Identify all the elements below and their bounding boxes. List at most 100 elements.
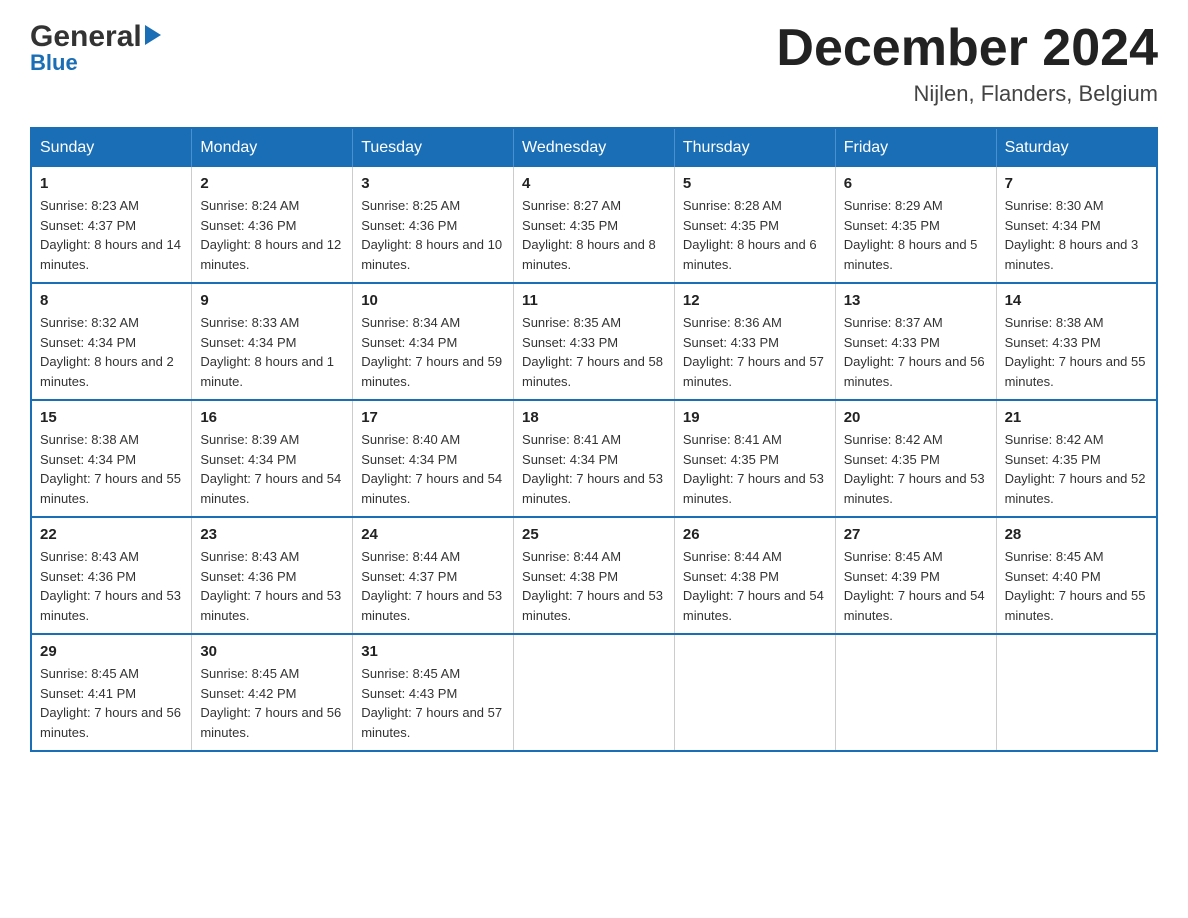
day-info: Sunrise: 8:39 AMSunset: 4:34 PMDaylight:…	[200, 430, 344, 508]
calendar-cell: 16 Sunrise: 8:39 AMSunset: 4:34 PMDayligh…	[192, 400, 353, 517]
calendar-week-row: 15 Sunrise: 8:38 AMSunset: 4:34 PMDayligh…	[31, 400, 1157, 517]
day-number: 6	[844, 175, 988, 192]
calendar-cell: 28 Sunrise: 8:45 AMSunset: 4:40 PMDayligh…	[996, 517, 1157, 634]
day-number: 15	[40, 409, 183, 426]
calendar-cell: 23Sunrise: 8:43 AMSunset: 4:36 PMDayligh…	[192, 517, 353, 634]
calendar-cell	[996, 634, 1157, 751]
day-number: 24	[361, 526, 505, 543]
day-info: Sunrise: 8:45 AMSunset: 4:39 PMDaylight:…	[844, 547, 988, 625]
day-info: Sunrise: 8:36 AMSunset: 4:33 PMDaylight:…	[683, 313, 827, 391]
day-info: Sunrise: 8:24 AMSunset: 4:36 PMDaylight:…	[200, 196, 344, 274]
day-info: Sunrise: 8:35 AMSunset: 4:33 PMDaylight:…	[522, 313, 666, 391]
day-info: Sunrise: 8:43 AMSunset: 4:36 PMDaylight:…	[40, 547, 183, 625]
calendar-cell: 4 Sunrise: 8:27 AMSunset: 4:35 PMDaylight…	[514, 167, 675, 283]
calendar-cell: 25Sunrise: 8:44 AMSunset: 4:38 PMDayligh…	[514, 517, 675, 634]
day-number: 2	[200, 175, 344, 192]
day-number: 1	[40, 175, 183, 192]
month-title: December 2024	[776, 20, 1158, 77]
day-info: Sunrise: 8:45 AMSunset: 4:42 PMDaylight:…	[200, 664, 344, 742]
day-info: Sunrise: 8:32 AMSunset: 4:34 PMDaylight:…	[40, 313, 183, 391]
location-text: Nijlen, Flanders, Belgium	[776, 81, 1158, 107]
day-number: 3	[361, 175, 505, 192]
day-info: Sunrise: 8:45 AMSunset: 4:43 PMDaylight:…	[361, 664, 505, 742]
calendar-cell: 11 Sunrise: 8:35 AMSunset: 4:33 PMDayligh…	[514, 283, 675, 400]
day-number: 9	[200, 292, 344, 309]
calendar-cell: 12 Sunrise: 8:36 AMSunset: 4:33 PMDayligh…	[674, 283, 835, 400]
day-info: Sunrise: 8:44 AMSunset: 4:38 PMDaylight:…	[522, 547, 666, 625]
calendar-cell	[674, 634, 835, 751]
day-info: Sunrise: 8:45 AMSunset: 4:40 PMDaylight:…	[1005, 547, 1148, 625]
calendar-day-header: Tuesday	[353, 128, 514, 167]
day-number: 18	[522, 409, 666, 426]
day-info: Sunrise: 8:45 AMSunset: 4:41 PMDaylight:…	[40, 664, 183, 742]
day-number: 17	[361, 409, 505, 426]
day-number: 12	[683, 292, 827, 309]
calendar-cell: 13 Sunrise: 8:37 AMSunset: 4:33 PMDayligh…	[835, 283, 996, 400]
calendar-week-row: 8Sunrise: 8:32 AMSunset: 4:34 PMDaylight…	[31, 283, 1157, 400]
day-number: 26	[683, 526, 827, 543]
calendar-cell: 2 Sunrise: 8:24 AMSunset: 4:36 PMDaylight…	[192, 167, 353, 283]
calendar-cell: 31Sunrise: 8:45 AMSunset: 4:43 PMDayligh…	[353, 634, 514, 751]
day-number: 10	[361, 292, 505, 309]
logo-triangle-icon	[145, 25, 161, 45]
day-info: Sunrise: 8:30 AMSunset: 4:34 PMDaylight:…	[1005, 196, 1148, 274]
day-number: 14	[1005, 292, 1148, 309]
calendar-week-row: 29 Sunrise: 8:45 AMSunset: 4:41 PMDayligh…	[31, 634, 1157, 751]
calendar-cell: 24 Sunrise: 8:44 AMSunset: 4:37 PMDayligh…	[353, 517, 514, 634]
day-number: 13	[844, 292, 988, 309]
calendar-cell: 19Sunrise: 8:41 AMSunset: 4:35 PMDayligh…	[674, 400, 835, 517]
day-info: Sunrise: 8:38 AMSunset: 4:34 PMDaylight:…	[40, 430, 183, 508]
day-number: 29	[40, 643, 183, 660]
calendar-cell: 14Sunrise: 8:38 AMSunset: 4:33 PMDayligh…	[996, 283, 1157, 400]
page-header: General Blue December 2024 Nijlen, Fland…	[30, 20, 1158, 107]
logo: General Blue	[30, 20, 161, 76]
calendar-cell: 3Sunrise: 8:25 AMSunset: 4:36 PMDaylight…	[353, 167, 514, 283]
calendar-week-row: 1 Sunrise: 8:23 AMSunset: 4:37 PMDaylight…	[31, 167, 1157, 283]
calendar-cell: 27Sunrise: 8:45 AMSunset: 4:39 PMDayligh…	[835, 517, 996, 634]
day-number: 28	[1005, 526, 1148, 543]
calendar-table: SundayMondayTuesdayWednesdayThursdayFrid…	[30, 127, 1158, 752]
day-number: 23	[200, 526, 344, 543]
day-number: 16	[200, 409, 344, 426]
day-number: 30	[200, 643, 344, 660]
day-info: Sunrise: 8:23 AMSunset: 4:37 PMDaylight:…	[40, 196, 183, 274]
day-number: 5	[683, 175, 827, 192]
day-info: Sunrise: 8:29 AMSunset: 4:35 PMDaylight:…	[844, 196, 988, 274]
day-info: Sunrise: 8:28 AMSunset: 4:35 PMDaylight:…	[683, 196, 827, 274]
logo-blue-text: Blue	[30, 50, 78, 76]
calendar-day-header: Thursday	[674, 128, 835, 167]
day-info: Sunrise: 8:41 AMSunset: 4:34 PMDaylight:…	[522, 430, 666, 508]
day-number: 19	[683, 409, 827, 426]
day-number: 11	[522, 292, 666, 309]
calendar-cell: 17 Sunrise: 8:40 AMSunset: 4:34 PMDayligh…	[353, 400, 514, 517]
title-block: December 2024 Nijlen, Flanders, Belgium	[776, 20, 1158, 107]
day-info: Sunrise: 8:42 AMSunset: 4:35 PMDaylight:…	[844, 430, 988, 508]
calendar-cell: 7 Sunrise: 8:30 AMSunset: 4:34 PMDaylight…	[996, 167, 1157, 283]
calendar-day-header: Monday	[192, 128, 353, 167]
calendar-cell: 5 Sunrise: 8:28 AMSunset: 4:35 PMDaylight…	[674, 167, 835, 283]
logo-general-text: General	[30, 20, 142, 54]
day-info: Sunrise: 8:44 AMSunset: 4:37 PMDaylight:…	[361, 547, 505, 625]
calendar-cell: 9Sunrise: 8:33 AMSunset: 4:34 PMDaylight…	[192, 283, 353, 400]
day-number: 4	[522, 175, 666, 192]
calendar-cell: 30 Sunrise: 8:45 AMSunset: 4:42 PMDayligh…	[192, 634, 353, 751]
calendar-day-header: Wednesday	[514, 128, 675, 167]
calendar-cell: 10Sunrise: 8:34 AMSunset: 4:34 PMDayligh…	[353, 283, 514, 400]
calendar-cell: 21Sunrise: 8:42 AMSunset: 4:35 PMDayligh…	[996, 400, 1157, 517]
day-info: Sunrise: 8:42 AMSunset: 4:35 PMDaylight:…	[1005, 430, 1148, 508]
day-info: Sunrise: 8:37 AMSunset: 4:33 PMDaylight:…	[844, 313, 988, 391]
calendar-cell: 18 Sunrise: 8:41 AMSunset: 4:34 PMDayligh…	[514, 400, 675, 517]
day-number: 22	[40, 526, 183, 543]
calendar-week-row: 22 Sunrise: 8:43 AMSunset: 4:36 PMDayligh…	[31, 517, 1157, 634]
calendar-header-row: SundayMondayTuesdayWednesdayThursdayFrid…	[31, 128, 1157, 167]
day-number: 7	[1005, 175, 1148, 192]
calendar-cell: 8Sunrise: 8:32 AMSunset: 4:34 PMDaylight…	[31, 283, 192, 400]
calendar-cell: 6 Sunrise: 8:29 AMSunset: 4:35 PMDaylight…	[835, 167, 996, 283]
calendar-cell: 15 Sunrise: 8:38 AMSunset: 4:34 PMDayligh…	[31, 400, 192, 517]
day-info: Sunrise: 8:27 AMSunset: 4:35 PMDaylight:…	[522, 196, 666, 274]
day-info: Sunrise: 8:44 AMSunset: 4:38 PMDaylight:…	[683, 547, 827, 625]
calendar-cell: 26 Sunrise: 8:44 AMSunset: 4:38 PMDayligh…	[674, 517, 835, 634]
day-number: 20	[844, 409, 988, 426]
day-info: Sunrise: 8:40 AMSunset: 4:34 PMDaylight:…	[361, 430, 505, 508]
calendar-cell: 29 Sunrise: 8:45 AMSunset: 4:41 PMDayligh…	[31, 634, 192, 751]
